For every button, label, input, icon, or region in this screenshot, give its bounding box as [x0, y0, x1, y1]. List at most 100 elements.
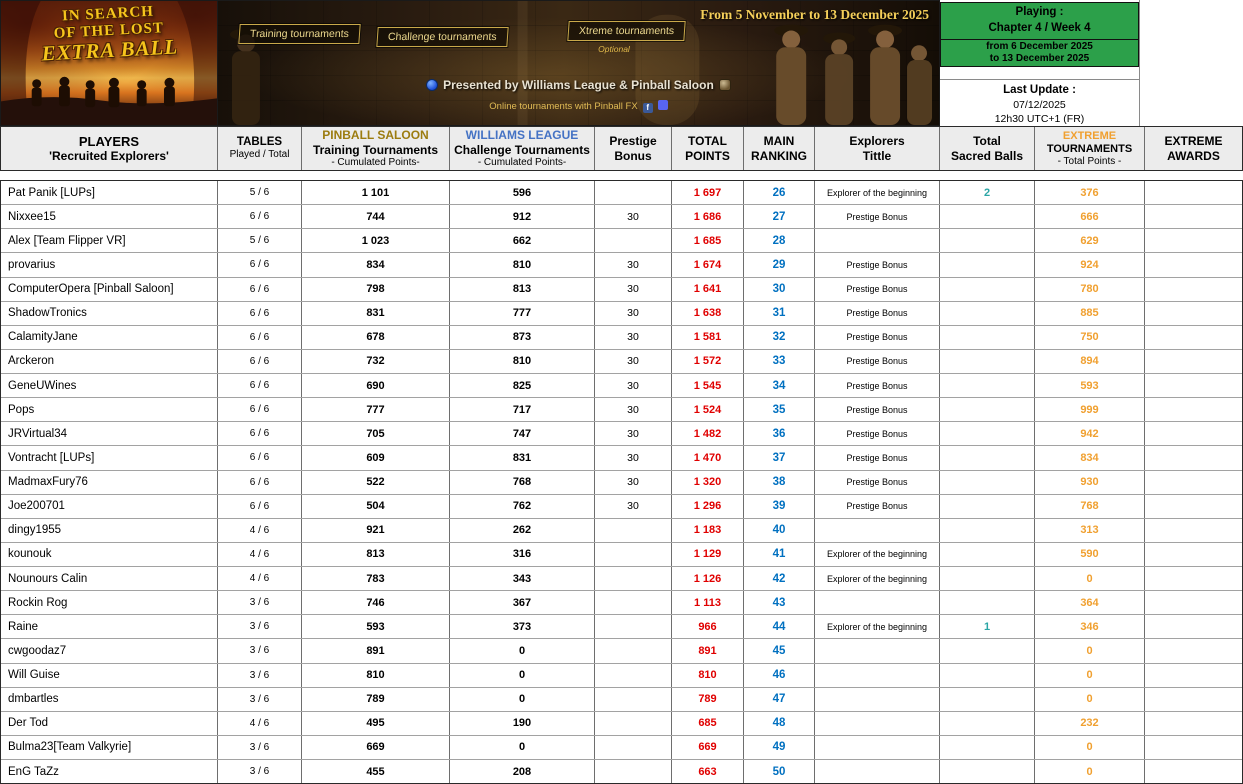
challenge-points-cell[interactable]: 0 [450, 663, 595, 687]
extreme-points-cell[interactable]: 590 [1035, 542, 1145, 566]
total-points-cell[interactable]: 789 [672, 687, 744, 711]
challenge-points-cell[interactable]: 810 [450, 253, 595, 277]
challenge-points-cell[interactable]: 717 [450, 398, 595, 422]
player-name-cell[interactable]: JRVirtual34 [1, 422, 218, 446]
tables-played-cell[interactable]: 3 / 6 [218, 639, 302, 663]
total-points-cell[interactable]: 1 524 [672, 398, 744, 422]
sacred-balls-cell[interactable] [940, 663, 1035, 687]
extreme-points-cell[interactable]: 0 [1035, 663, 1145, 687]
player-name-cell[interactable]: MadmaxFury76 [1, 470, 218, 494]
main-ranking-cell[interactable]: 44 [744, 615, 815, 639]
tables-played-cell[interactable]: 4 / 6 [218, 711, 302, 735]
explorer-title-cell[interactable]: Prestige Bonus [815, 494, 940, 518]
tables-played-cell[interactable]: 6 / 6 [218, 470, 302, 494]
main-ranking-cell[interactable]: 43 [744, 591, 815, 615]
challenge-points-cell[interactable]: 0 [450, 735, 595, 759]
prestige-bonus-cell[interactable] [595, 687, 672, 711]
total-points-cell[interactable]: 1 545 [672, 374, 744, 398]
header-extreme-tournaments[interactable]: EXTREME TOURNAMENTS - Total Points - [1035, 127, 1145, 170]
explorer-title-cell[interactable]: Prestige Bonus [815, 301, 940, 325]
player-name-cell[interactable]: ShadowTronics [1, 301, 218, 325]
total-points-cell[interactable]: 1 641 [672, 277, 744, 301]
extreme-awards-cell[interactable] [1145, 181, 1242, 204]
explorer-title-cell[interactable]: Prestige Bonus [815, 325, 940, 349]
sacred-balls-cell[interactable] [940, 567, 1035, 591]
tables-played-cell[interactable]: 4 / 6 [218, 542, 302, 566]
main-ranking-cell[interactable]: 47 [744, 687, 815, 711]
prestige-bonus-cell[interactable]: 30 [595, 301, 672, 325]
main-ranking-cell[interactable]: 26 [744, 181, 815, 205]
extreme-awards-cell[interactable] [1145, 543, 1242, 566]
tables-played-cell[interactable]: 3 / 6 [218, 687, 302, 711]
training-points-cell[interactable]: 690 [302, 374, 450, 398]
extreme-awards-cell[interactable] [1145, 495, 1242, 518]
extreme-awards-cell[interactable] [1145, 229, 1242, 252]
prestige-bonus-cell[interactable]: 30 [595, 205, 672, 229]
extreme-points-cell[interactable]: 768 [1035, 494, 1145, 518]
extreme-points-cell[interactable]: 999 [1035, 398, 1145, 422]
sacred-balls-cell[interactable] [940, 349, 1035, 373]
training-points-cell[interactable]: 813 [302, 542, 450, 566]
challenge-points-cell[interactable]: 596 [450, 181, 595, 205]
player-name-cell[interactable]: Rockin Rog [1, 591, 218, 615]
sacred-balls-cell[interactable] [940, 591, 1035, 615]
explorer-title-cell[interactable]: Prestige Bonus [815, 253, 940, 277]
extreme-awards-cell[interactable] [1145, 446, 1242, 469]
player-name-cell[interactable]: GeneUWines [1, 374, 218, 398]
challenge-points-cell[interactable]: 262 [450, 518, 595, 542]
training-points-cell[interactable]: 831 [302, 301, 450, 325]
training-points-cell[interactable]: 783 [302, 567, 450, 591]
sacred-balls-cell[interactable] [940, 253, 1035, 277]
extreme-awards-cell[interactable] [1145, 712, 1242, 735]
tables-played-cell[interactable]: 6 / 6 [218, 422, 302, 446]
total-points-cell[interactable]: 1 572 [672, 349, 744, 373]
challenge-points-cell[interactable]: 0 [450, 687, 595, 711]
sacred-balls-cell[interactable] [940, 422, 1035, 446]
extreme-points-cell[interactable]: 313 [1035, 518, 1145, 542]
prestige-bonus-cell[interactable] [595, 639, 672, 663]
explorer-title-cell[interactable]: Explorer of the beginning [815, 567, 940, 591]
explorer-title-cell[interactable] [815, 229, 940, 253]
player-name-cell[interactable]: CalamityJane [1, 325, 218, 349]
tables-played-cell[interactable]: 3 / 6 [218, 760, 302, 784]
sacred-balls-cell[interactable] [940, 205, 1035, 229]
challenge-points-cell[interactable]: 747 [450, 422, 595, 446]
player-name-cell[interactable]: Alex [Team Flipper VR] [1, 229, 218, 253]
sacred-balls-cell[interactable] [940, 229, 1035, 253]
tables-played-cell[interactable]: 6 / 6 [218, 494, 302, 518]
extreme-awards-cell[interactable] [1145, 519, 1242, 542]
extreme-awards-cell[interactable] [1145, 615, 1242, 638]
explorer-title-cell[interactable]: Prestige Bonus [815, 205, 940, 229]
training-points-cell[interactable]: 1 023 [302, 229, 450, 253]
prestige-bonus-cell[interactable]: 30 [595, 470, 672, 494]
sacred-balls-cell[interactable]: 2 [940, 181, 1035, 205]
training-points-cell[interactable]: 678 [302, 325, 450, 349]
training-points-cell[interactable]: 744 [302, 205, 450, 229]
challenge-points-cell[interactable]: 777 [450, 301, 595, 325]
player-name-cell[interactable]: Pat Panik [LUPs] [1, 181, 218, 205]
header-training-tournaments[interactable]: PINBALL SALOON Training Tournaments - Cu… [302, 127, 450, 170]
challenge-points-cell[interactable]: 762 [450, 494, 595, 518]
sacred-balls-cell[interactable] [940, 494, 1035, 518]
challenge-points-cell[interactable]: 768 [450, 470, 595, 494]
tables-played-cell[interactable]: 4 / 6 [218, 518, 302, 542]
prestige-bonus-cell[interactable]: 30 [595, 446, 672, 470]
player-name-cell[interactable]: EnG TaZz [1, 760, 218, 784]
explorer-title-cell[interactable] [815, 591, 940, 615]
extreme-points-cell[interactable]: 750 [1035, 325, 1145, 349]
explorer-title-cell[interactable]: Prestige Bonus [815, 374, 940, 398]
header-explorers-title[interactable]: Explorers Tittle [815, 127, 940, 170]
prestige-bonus-cell[interactable] [595, 760, 672, 784]
challenge-points-cell[interactable]: 912 [450, 205, 595, 229]
player-name-cell[interactable]: Pops [1, 398, 218, 422]
training-points-cell[interactable]: 810 [302, 663, 450, 687]
main-ranking-cell[interactable]: 30 [744, 277, 815, 301]
tables-played-cell[interactable]: 6 / 6 [218, 398, 302, 422]
tables-played-cell[interactable]: 5 / 6 [218, 229, 302, 253]
sacred-balls-cell[interactable] [940, 542, 1035, 566]
extreme-awards-cell[interactable] [1145, 302, 1242, 325]
main-ranking-cell[interactable]: 48 [744, 711, 815, 735]
player-name-cell[interactable]: cwgoodaz7 [1, 639, 218, 663]
prestige-bonus-cell[interactable]: 30 [595, 277, 672, 301]
sacred-balls-cell[interactable] [940, 301, 1035, 325]
